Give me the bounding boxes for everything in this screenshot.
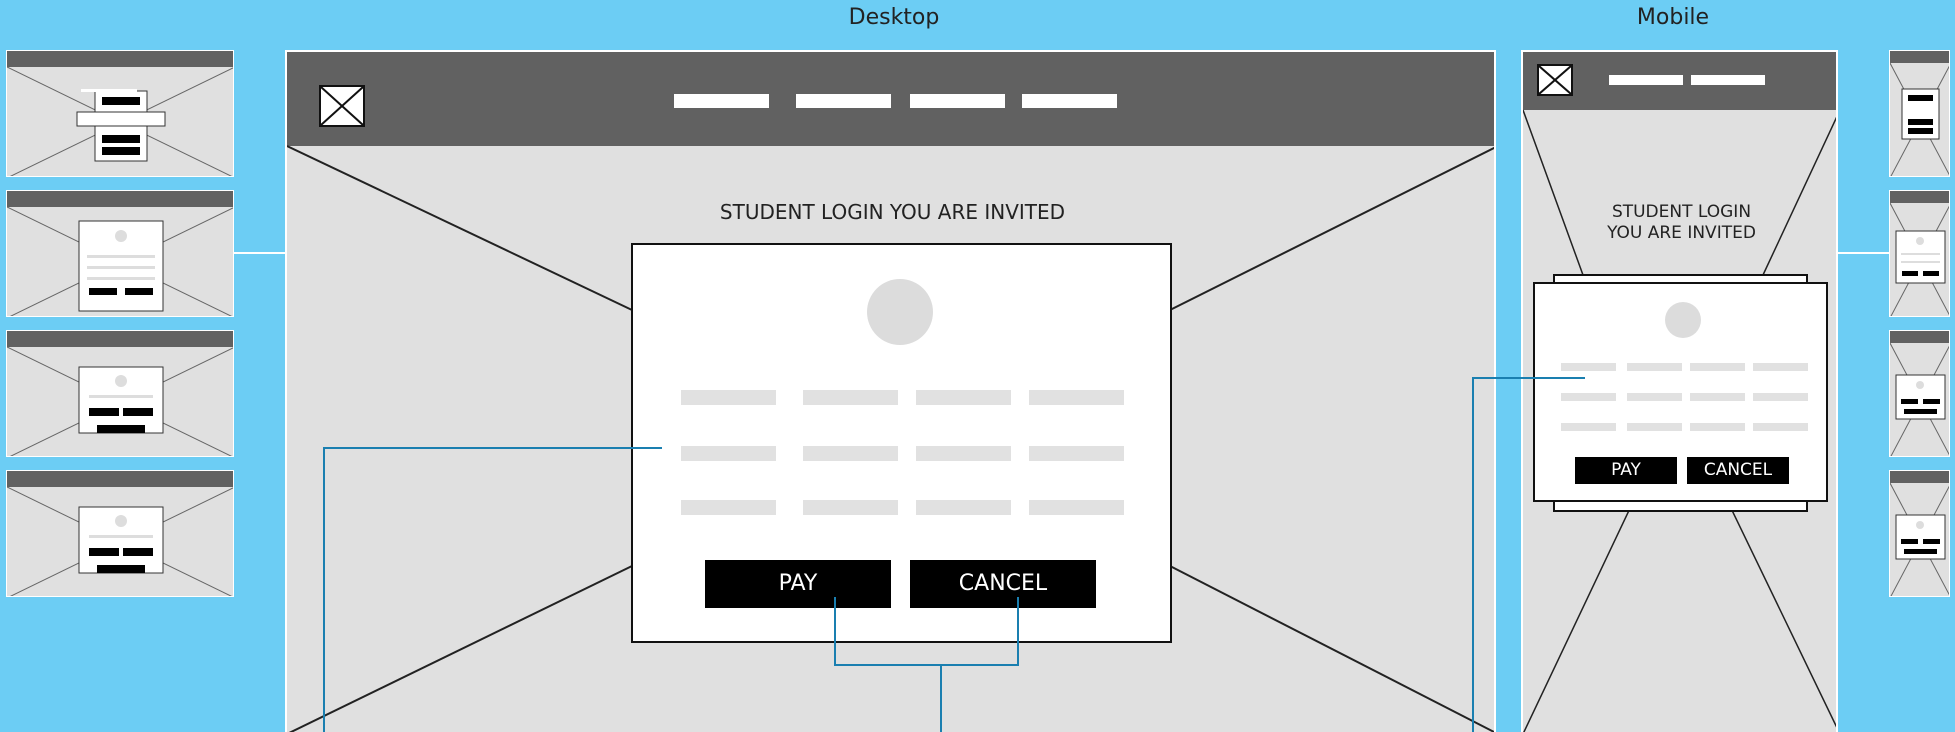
field-placeholder[interactable] — [681, 500, 776, 515]
field-placeholder[interactable] — [1753, 423, 1808, 431]
field-placeholder[interactable] — [803, 500, 898, 515]
field-placeholder[interactable] — [681, 446, 776, 461]
desktop-label: Desktop — [848, 5, 940, 30]
field-placeholder[interactable] — [1029, 390, 1124, 405]
mobile-screen: STUDENT LOGIN YOU ARE INVITED PAY CANCEL — [1521, 50, 1838, 732]
thumbnail-confirm-screen-2[interactable] — [6, 470, 234, 597]
mobile-thumbnail-login[interactable] — [1889, 190, 1950, 317]
field-placeholder[interactable] — [1029, 446, 1124, 461]
mobile-login-card: PAY CANCEL — [1533, 282, 1828, 502]
mobile-thumbnail-confirm[interactable] — [1889, 330, 1950, 457]
mobile-label: Mobile — [1636, 5, 1710, 30]
field-placeholder[interactable] — [916, 500, 1011, 515]
field-placeholder[interactable] — [803, 446, 898, 461]
mobile-title-line-2: YOU ARE INVITED — [1607, 223, 1756, 243]
desktop-page-title: STUDENT LOGIN YOU ARE INVITED — [719, 200, 1066, 224]
thumbnail-confirm-screen[interactable] — [6, 330, 234, 457]
pay-button[interactable]: PAY — [1575, 457, 1677, 484]
avatar — [867, 279, 933, 345]
field-placeholder[interactable] — [1561, 423, 1616, 431]
field-placeholder[interactable] — [1753, 363, 1808, 371]
desktop-screen: STUDENT LOGIN YOU ARE INVITED PAY CANCEL — [285, 50, 1496, 732]
field-placeholder[interactable] — [1561, 363, 1616, 371]
field-placeholder[interactable] — [1690, 363, 1745, 371]
field-placeholder[interactable] — [1690, 423, 1745, 431]
field-placeholder[interactable] — [916, 390, 1011, 405]
field-placeholder[interactable] — [1627, 423, 1682, 431]
field-placeholder[interactable] — [1627, 363, 1682, 371]
field-placeholder[interactable] — [803, 390, 898, 405]
cancel-button[interactable]: CANCEL — [910, 560, 1096, 608]
field-placeholder[interactable] — [916, 446, 1011, 461]
field-placeholder[interactable] — [1561, 393, 1616, 401]
mobile-page-title: STUDENT LOGIN YOU ARE INVITED — [1553, 202, 1810, 244]
mobile-thumbnail-menu[interactable] — [1889, 50, 1950, 177]
desktop-login-card: PAY CANCEL — [631, 243, 1172, 643]
field-placeholder[interactable] — [681, 390, 776, 405]
field-placeholder[interactable] — [1627, 393, 1682, 401]
mobile-thumbnail-confirm-2[interactable] — [1889, 470, 1950, 597]
mobile-title-line-1: STUDENT LOGIN — [1611, 202, 1752, 222]
field-placeholder[interactable] — [1753, 393, 1808, 401]
avatar — [1665, 302, 1701, 338]
field-placeholder[interactable] — [1690, 393, 1745, 401]
thumbnail-menu-screen[interactable] — [6, 50, 234, 177]
cancel-button[interactable]: CANCEL — [1687, 457, 1789, 484]
field-placeholder[interactable] — [1029, 500, 1124, 515]
pay-button[interactable]: PAY — [705, 560, 891, 608]
thumbnail-login-screen[interactable] — [6, 190, 234, 317]
